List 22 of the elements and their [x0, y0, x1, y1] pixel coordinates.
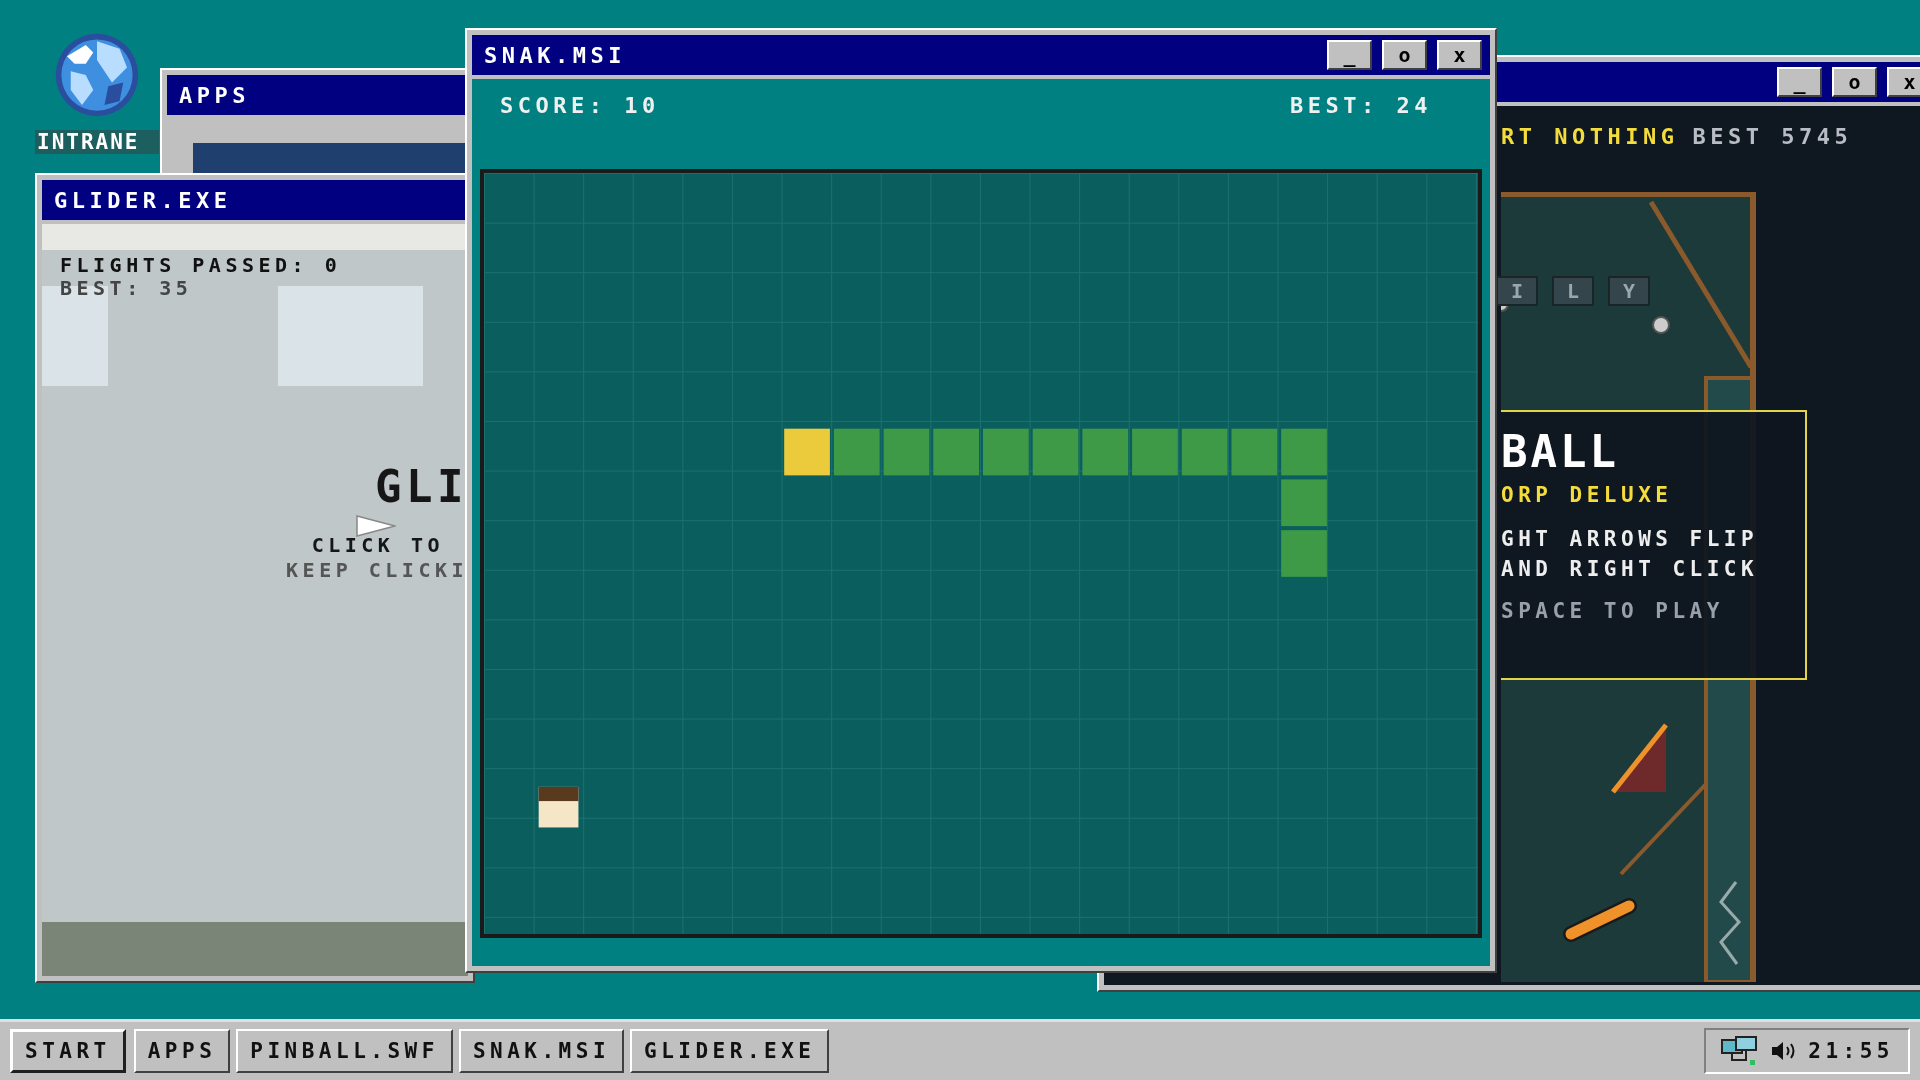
flights-counter: FLIGHTS PASSED: 0: [60, 254, 343, 277]
best-score: BEST 5745: [1692, 124, 1853, 149]
instruction-text: KEEP CLICKI: [286, 558, 468, 582]
game-subtitle: ORP DELUXE: [1501, 483, 1674, 507]
window-title: SNAK.MSI: [484, 42, 626, 68]
score-counter: SCORE: 10: [500, 93, 660, 120]
letter-tile: Y: [1608, 276, 1650, 306]
start-prompt: SPACE TO PLAY: [1501, 599, 1725, 623]
game-title: BALL: [1501, 426, 1620, 477]
best-score: BEST: 24: [1290, 93, 1432, 120]
instruction-text: AND RIGHT CLICK: [1501, 557, 1760, 581]
window-title: GLIDER.EXE: [54, 187, 232, 213]
best-score: BEST: 35: [60, 277, 194, 300]
instruction-text: GHT ARROWS FLIP: [1501, 527, 1760, 551]
icon-label: INTRANE: [35, 130, 159, 154]
window-title: APPS: [179, 82, 250, 108]
game-title: GLI: [375, 462, 468, 513]
letter-tile: L: [1552, 276, 1594, 306]
start-prompt: CLICK TO: [311, 533, 444, 557]
status-text: RT NOTHING: [1501, 124, 1679, 149]
letter-tile: I: [1496, 276, 1538, 306]
clock: 21:55: [1808, 1039, 1894, 1063]
